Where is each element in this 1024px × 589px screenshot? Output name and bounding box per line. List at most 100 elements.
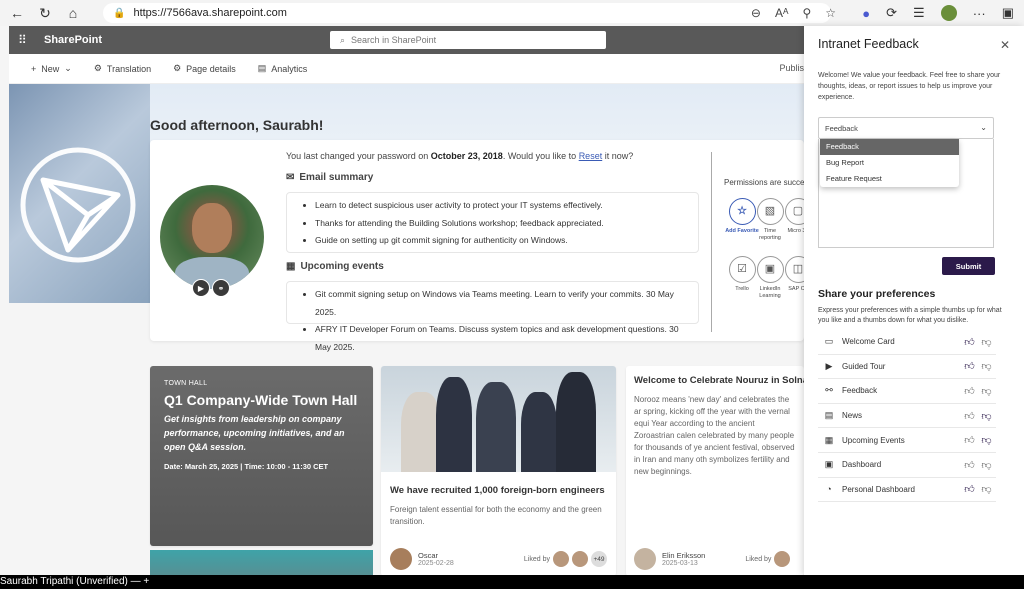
welcome-card: ▶ ⚭ You last changed your password on Oc… bbox=[150, 140, 812, 352]
favorite-star-icon[interactable]: ☆ bbox=[825, 6, 836, 20]
thumbs-up-icon[interactable]: 👍︎ bbox=[964, 336, 975, 348]
search-placeholder: Search in SharePoint bbox=[351, 35, 437, 45]
sharepoint-suite-bar: ⠿ SharePoint ⌕ Search in SharePoint bbox=[9, 26, 804, 54]
nouruz-news-card[interactable]: Welcome to Celebrate Nouruz in Solna Nor… bbox=[626, 366, 804, 575]
play-icon[interactable]: ▶ bbox=[192, 279, 210, 297]
permissions-text: Permissions are succes bbox=[724, 178, 809, 187]
thumbs-down-icon[interactable]: 👎︎ bbox=[981, 410, 992, 422]
town-hall-subtitle: Get insights from leadership on company … bbox=[164, 414, 345, 452]
thumbs-up-icon[interactable]: 👍︎ bbox=[964, 459, 975, 471]
feedback-type-dropdown: Feedback Bug Report Feature Request bbox=[820, 139, 959, 187]
preference-row: ◔ Personal Dashboard 👍︎ 👎︎ bbox=[818, 478, 996, 503]
preferences-list: ▭ Welcome Card 👍︎ 👎︎ ▶ Guided Tour 👍︎ 👎︎ ⚯ Feedba… bbox=[818, 330, 996, 503]
settings-icon: ⚙ bbox=[173, 63, 182, 73]
sharepoint-search-input[interactable]: ⌕ Search in SharePoint bbox=[330, 31, 606, 49]
preference-label: Personal Dashboard bbox=[842, 484, 915, 494]
refresh-icon[interactable]: ↻ bbox=[34, 2, 56, 24]
liker-avatar bbox=[572, 551, 588, 567]
recruit-footer: Oscar 2025-02-28 Liked by +49 bbox=[390, 548, 607, 570]
extensions-icon[interactable]: ⟳ bbox=[886, 5, 897, 21]
email-item[interactable]: Thanks for attending the Building Soluti… bbox=[315, 215, 684, 233]
zoom-icon[interactable]: ⊖ bbox=[751, 6, 761, 20]
thumbs-down-icon[interactable]: 👎︎ bbox=[981, 336, 992, 348]
feedback-type-select[interactable]: Feedback ⌄ bbox=[818, 117, 994, 139]
card-icon: ▭ bbox=[824, 336, 834, 347]
likes-summary[interactable]: Liked by bbox=[745, 551, 791, 567]
new-button[interactable]: + New ⌄ bbox=[31, 63, 72, 74]
thumbs-up-icon[interactable]: 👍︎ bbox=[964, 385, 975, 397]
preference-row: ▤ News 👍︎ 👎︎ bbox=[818, 404, 996, 429]
town-hall-card[interactable]: TOWN HALL Q1 Company-Wide Town Hall Get … bbox=[150, 366, 373, 546]
chevron-down-icon: ⌄ bbox=[980, 123, 987, 132]
recruit-news-card[interactable]: We have recruited 1,000 foreign-born eng… bbox=[381, 366, 616, 575]
likes-summary[interactable]: Liked by +49 bbox=[524, 551, 607, 567]
search-icon: ⌕ bbox=[340, 34, 346, 45]
calendar-icon: ▦ bbox=[286, 261, 296, 272]
person-shape bbox=[521, 392, 557, 472]
sharepoint-brand[interactable]: SharePoint bbox=[44, 34, 102, 46]
home-icon[interactable]: ⌂ bbox=[62, 2, 84, 24]
email-summary-heading: ✉ Email summary bbox=[286, 172, 373, 183]
option-feature-request[interactable]: Feature Request bbox=[820, 171, 959, 187]
event-item[interactable]: AFRY IT Developer Forum on Teams. Discus… bbox=[315, 321, 684, 356]
thumbs-up-icon[interactable]: 👍︎ bbox=[964, 435, 975, 446]
email-item[interactable]: Learn to detect suspicious user activity… bbox=[315, 197, 684, 215]
translation-button[interactable]: ⚙ Translation bbox=[94, 63, 151, 74]
option-bug-report[interactable]: Bug Report bbox=[820, 155, 959, 171]
thumbs-up-icon[interactable]: 👍︎ bbox=[964, 410, 975, 422]
submit-button[interactable]: Submit bbox=[942, 257, 995, 275]
secondary-news-image[interactable] bbox=[150, 550, 373, 575]
close-icon[interactable]: ✕ bbox=[1000, 38, 1010, 52]
thumbs-down-icon[interactable]: 👎︎ bbox=[981, 459, 992, 471]
address-bar[interactable]: 🔒 https://7566ava.sharepoint.com bbox=[103, 3, 831, 23]
email-summary-title: Email summary bbox=[299, 172, 374, 183]
copilot-icon[interactable]: ● bbox=[862, 6, 870, 21]
town-hall-tag: TOWN HALL bbox=[164, 380, 208, 387]
author-name: Elin Eriksson bbox=[662, 551, 706, 560]
dashboard-icon: ▣ bbox=[824, 459, 834, 470]
favorites-icon[interactable]: ☰ bbox=[913, 5, 925, 21]
business-people-image bbox=[381, 366, 616, 472]
more-icon[interactable]: ··· bbox=[973, 6, 986, 21]
select-value: Feedback bbox=[825, 124, 858, 133]
gauge-icon: ◔ bbox=[826, 484, 832, 495]
liked-by-label: Liked by bbox=[745, 555, 772, 563]
read-aloud-icon[interactable]: Aᴬ bbox=[775, 6, 788, 20]
password-notice: You last changed your password on Octobe… bbox=[286, 151, 633, 161]
reset-link[interactable]: Reset bbox=[579, 151, 603, 161]
thumbs-up-icon[interactable]: 👍︎ bbox=[964, 361, 975, 372]
preference-row: ▣ Dashboard 👍︎ 👎︎ bbox=[818, 453, 996, 478]
thumbs-down-icon[interactable]: 👎︎ bbox=[981, 435, 992, 446]
email-item[interactable]: Guide on setting up git commit signing f… bbox=[315, 232, 684, 250]
new-label: New bbox=[41, 63, 60, 74]
preferences-description: Express your preferences with a simple t… bbox=[818, 307, 1002, 324]
person-shape bbox=[401, 392, 441, 472]
page-details-button[interactable]: ⚙ Page details bbox=[173, 63, 236, 74]
thumbs-up-icon[interactable]: 👍︎ bbox=[964, 484, 975, 495]
event-item[interactable]: Git commit signing setup on Windows via … bbox=[315, 286, 684, 321]
author-avatar bbox=[634, 548, 656, 570]
preferences-title: Share your preferences bbox=[818, 288, 936, 300]
town-hall-title: Q1 Company-Wide Town Hall bbox=[164, 392, 358, 408]
app-label: LinkedIn Learning bbox=[759, 286, 781, 299]
app-launcher-icon[interactable]: ⠿ bbox=[18, 33, 36, 47]
tracking-icon[interactable]: ⚲ bbox=[802, 6, 811, 20]
sidebar-icon[interactable]: ▣ bbox=[1002, 5, 1014, 21]
thumb-buttons: 👍︎ 👎︎ bbox=[964, 336, 992, 348]
back-icon[interactable]: ← bbox=[6, 2, 28, 24]
profile-avatar[interactable] bbox=[940, 5, 957, 21]
vertical-divider bbox=[711, 152, 712, 332]
person-shape bbox=[556, 372, 596, 472]
option-feedback[interactable]: Feedback bbox=[820, 139, 959, 155]
preference-label: Feedback bbox=[842, 386, 878, 396]
preference-row: ▶ Guided Tour 👍︎ 👎︎ bbox=[818, 355, 996, 380]
thumbs-down-icon[interactable]: 👎︎ bbox=[981, 385, 992, 397]
analytics-button[interactable]: ▤ Analytics bbox=[258, 63, 308, 74]
link-icon[interactable]: ⚭ bbox=[212, 279, 230, 297]
publish-button[interactable]: Publis bbox=[779, 63, 804, 73]
afry-logo-icon bbox=[20, 147, 136, 263]
thumbs-down-icon[interactable]: 👎︎ bbox=[981, 484, 992, 495]
thumbs-down-icon[interactable]: 👎︎ bbox=[981, 361, 992, 372]
preference-label: News bbox=[842, 411, 863, 421]
preference-label: Guided Tour bbox=[842, 361, 886, 371]
